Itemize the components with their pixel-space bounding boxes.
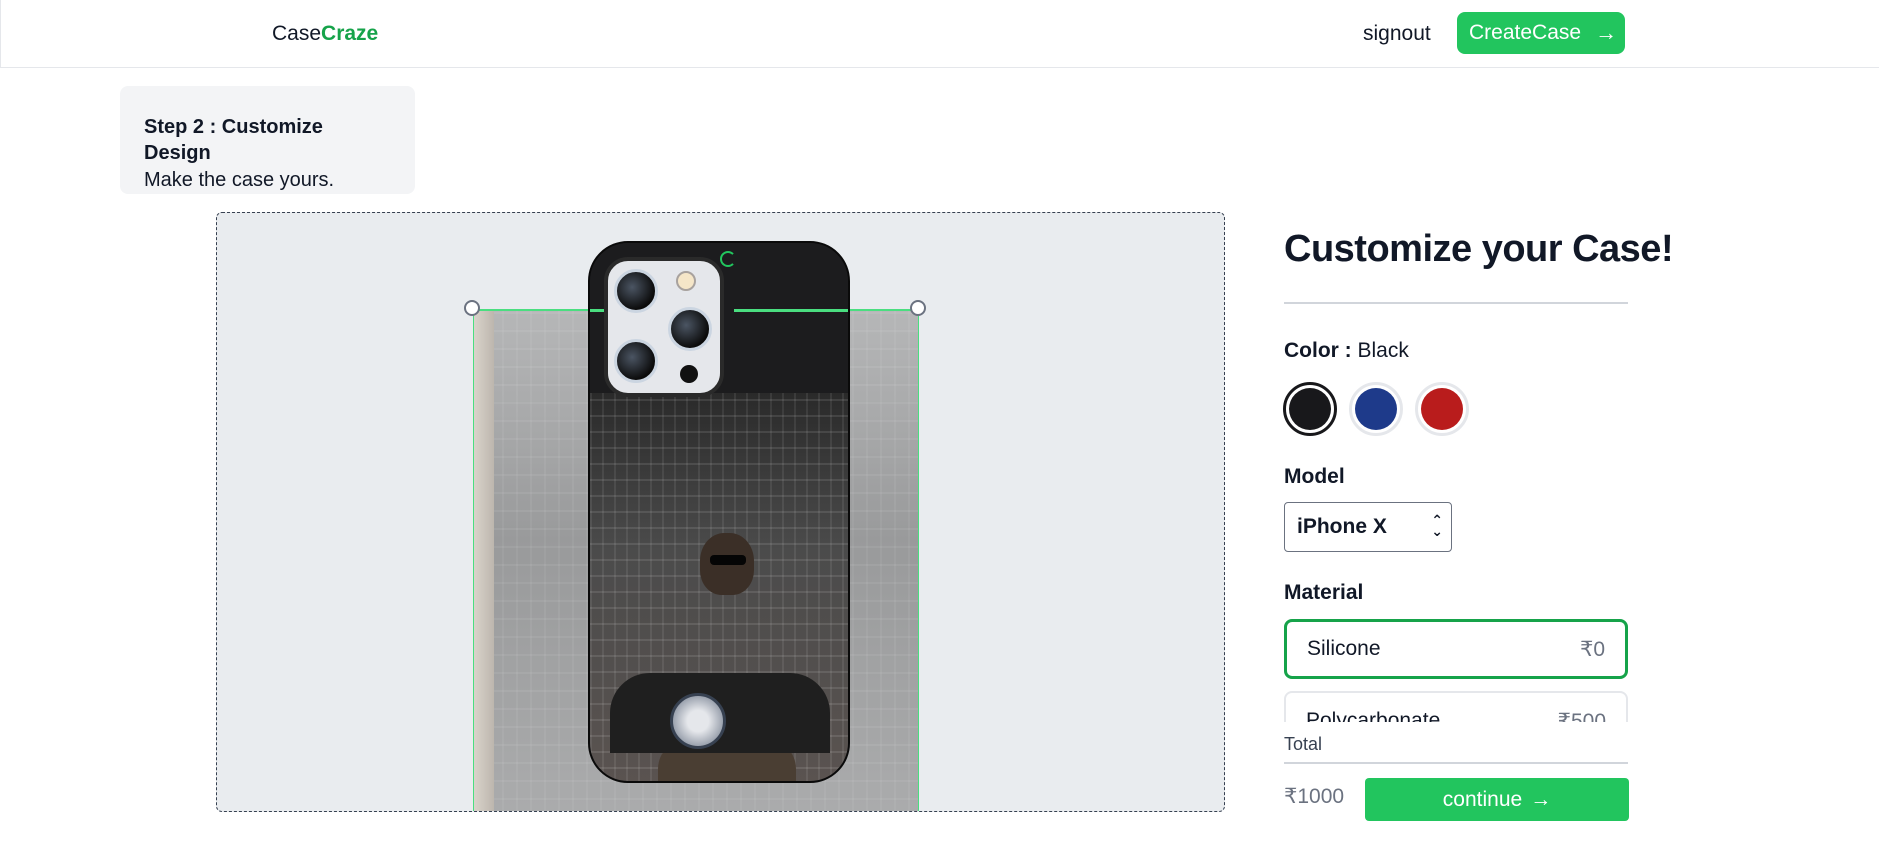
camera-lens-icon — [614, 339, 658, 383]
color-label: Color : Black — [1284, 339, 1409, 363]
crop-edge-right — [734, 309, 848, 312]
headlight — [670, 693, 726, 749]
color-swatch-black[interactable] — [1283, 382, 1337, 436]
model-select-value: iPhone X — [1297, 515, 1387, 538]
total-label: Total — [1284, 734, 1323, 754]
loading-spinner-icon — [720, 251, 736, 267]
resize-handle-top-right[interactable] — [910, 300, 926, 316]
phone-template — [588, 241, 850, 783]
camera-lens-icon — [614, 269, 658, 313]
chevron-up-down-icon: ⌃ ⌄ — [1431, 512, 1443, 539]
rider-glasses — [710, 555, 746, 565]
logo[interactable]: CaseCraze — [272, 22, 378, 46]
arrow-right-icon: → — [1595, 20, 1618, 45]
continue-label: continue — [1442, 787, 1523, 811]
model-select[interactable]: iPhone X ⌃ ⌄ — [1284, 502, 1452, 552]
divider — [1284, 302, 1628, 304]
crop-edge-left — [590, 309, 604, 312]
arrow-right-icon: → — [1530, 787, 1552, 811]
material-label: Material — [1284, 581, 1364, 604]
total-divider — [1284, 762, 1628, 764]
model-label: Model — [1284, 465, 1345, 488]
step-title: Step 2 : Customize Design — [144, 116, 323, 164]
material-option-silicone[interactable]: Silicone ₹0 — [1284, 619, 1628, 679]
phone-photo-area — [590, 393, 848, 781]
logo-prefix: Case — [272, 22, 322, 45]
swatch-dot — [1421, 388, 1463, 430]
step-subtitle: Make the case yours. — [144, 169, 335, 191]
color-swatch-blue[interactable] — [1349, 382, 1403, 436]
total-amount: ₹1000 — [1284, 785, 1345, 808]
signout-link[interactable]: signout — [1363, 22, 1431, 46]
material-option-polycarbonate[interactable]: Polycarbonate ₹500 — [1284, 691, 1628, 722]
swatch-dot — [1289, 388, 1331, 430]
swatch-dot — [1355, 388, 1397, 430]
color-label-key: Color : — [1284, 339, 1352, 362]
color-label-value: Black — [1357, 339, 1409, 362]
resize-handle-top-left[interactable] — [464, 300, 480, 316]
step-indicator: Step 2 : Customize Design Make the case … — [120, 86, 415, 194]
navbar: CaseCraze signout CreateCase → — [0, 0, 1879, 68]
design-canvas[interactable] — [216, 212, 1225, 812]
continue-button[interactable]: continue → — [1365, 778, 1629, 821]
color-swatch-red[interactable] — [1415, 382, 1469, 436]
sensor-icon — [680, 365, 698, 383]
material-price: ₹500 — [1557, 709, 1606, 723]
flash-icon — [676, 271, 696, 291]
logo-suffix: Craze — [321, 22, 379, 45]
material-name: Polycarbonate — [1306, 709, 1441, 722]
panel-title: Customize your Case! — [1284, 228, 1674, 270]
create-case-button[interactable]: CreateCase → — [1457, 12, 1625, 54]
material-options[interactable]: Silicone ₹0 Polycarbonate ₹500 — [1282, 616, 1632, 722]
material-price: ₹0 — [1579, 637, 1605, 661]
material-name: Silicone — [1307, 637, 1381, 660]
camera-lens-icon — [668, 307, 712, 351]
create-case-label: CreateCase — [1469, 21, 1582, 44]
camera-module — [604, 257, 724, 397]
